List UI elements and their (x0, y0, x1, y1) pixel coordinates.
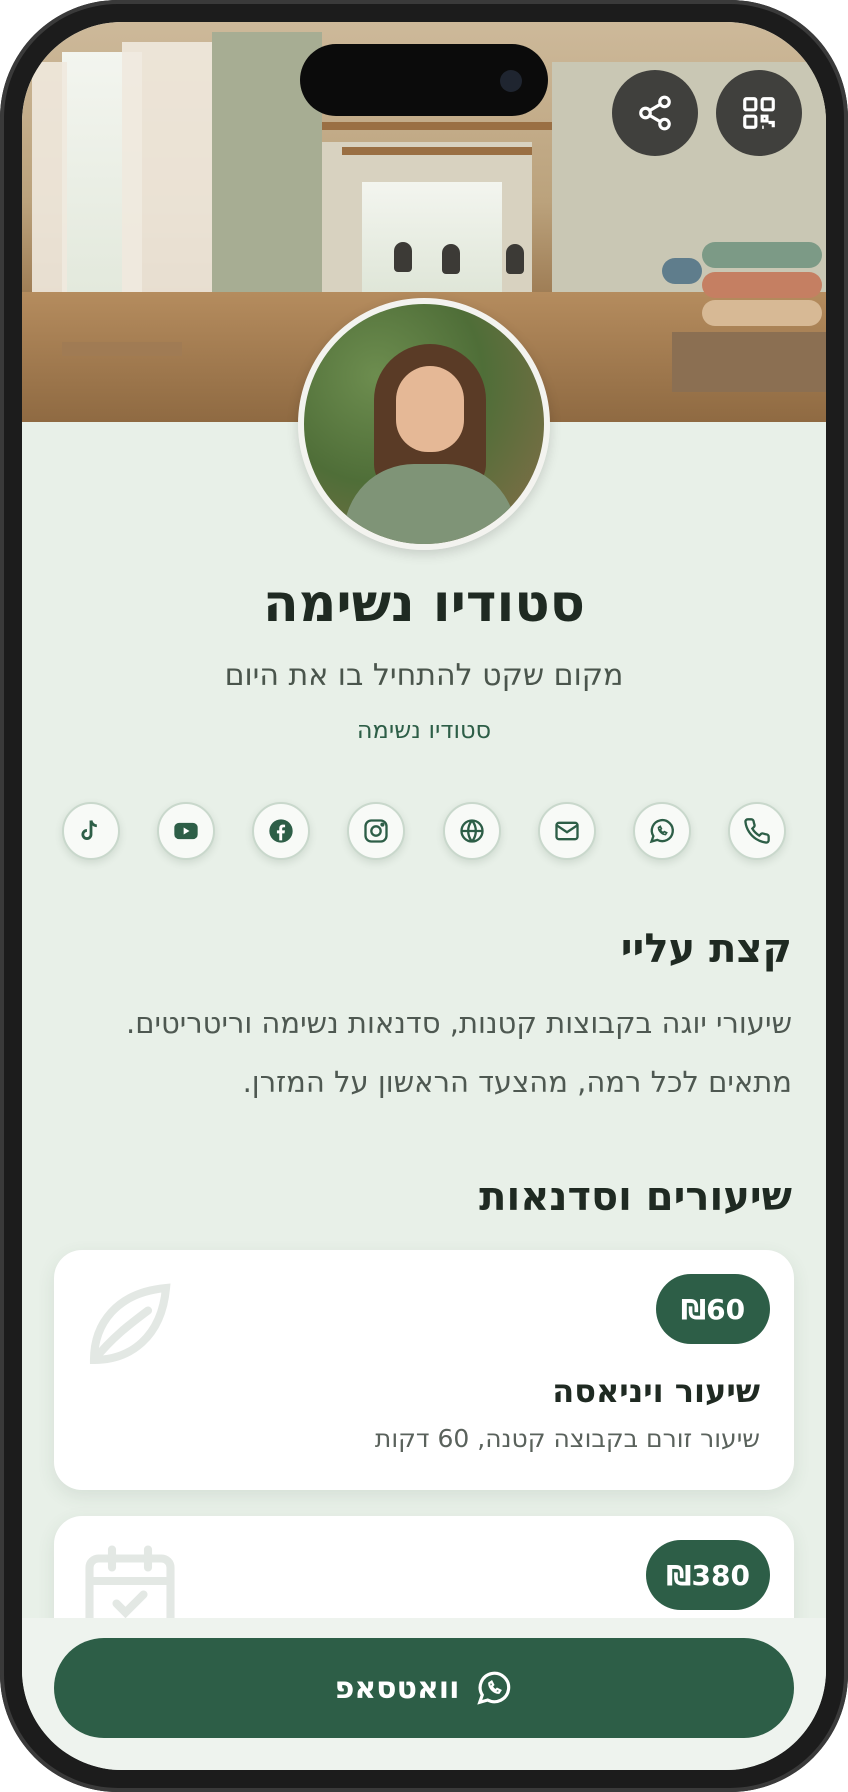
share-button[interactable] (612, 70, 698, 156)
services-title: שיעורים וסדנאות (479, 1174, 792, 1220)
dynamic-island (300, 44, 548, 116)
instagram-icon (364, 819, 389, 843)
youtube-icon (174, 822, 198, 840)
whatsapp-icon (649, 819, 674, 844)
avatar (298, 298, 550, 550)
price-badge: ₪60 (656, 1274, 770, 1344)
website-button[interactable] (442, 802, 501, 860)
share-icon (639, 95, 671, 131)
youtube-button[interactable] (157, 802, 216, 860)
email-button[interactable] (537, 802, 596, 860)
phone-frame: סטודיו נשימה מקום שקט להתחיל בו את היום … (0, 0, 848, 1792)
qr-code-icon (743, 97, 775, 129)
qr-button[interactable] (716, 70, 802, 156)
profile-name: סטודיו נשימה (262, 574, 585, 634)
whatsapp-cta-button[interactable]: וואטסאפ (54, 1638, 794, 1738)
leaf-icon (89, 1283, 171, 1365)
instagram-button[interactable] (347, 802, 406, 860)
facebook-icon (269, 819, 293, 843)
whatsapp-cta-label: וואטסאפ (334, 1670, 460, 1706)
service-description: שיעור זורם בקבוצה קטנה, 60 דקות (374, 1424, 760, 1453)
business-name: סטודיו נשימה (356, 716, 492, 744)
tiktok-icon (81, 820, 97, 840)
phone-button[interactable] (728, 802, 786, 860)
price-badge: ₪380 (646, 1540, 770, 1610)
tiktok-button[interactable] (62, 802, 121, 860)
email-icon (555, 821, 579, 841)
whatsapp-icon (477, 1671, 511, 1705)
about-text: שיעורי יוגה בקבוצות קטנות, סדנאות נשימה … (126, 1006, 792, 1099)
whatsapp-link-button[interactable] (632, 802, 691, 860)
facebook-button[interactable] (252, 802, 311, 860)
about-title: קצת עליי (620, 926, 792, 972)
service-title: שיעור ויניאסה (552, 1372, 760, 1410)
service-card[interactable]: ₪60 שיעור ויניאסה שיעור זורם בקבוצה קטנה… (54, 1250, 794, 1490)
globe-icon (459, 819, 484, 843)
phone-icon (744, 818, 770, 844)
social-links (62, 802, 786, 862)
profile-tagline: מקום שקט להתחיל בו את היום (224, 658, 624, 693)
screen: סטודיו נשימה מקום שקט להתחיל בו את היום … (22, 22, 826, 1770)
